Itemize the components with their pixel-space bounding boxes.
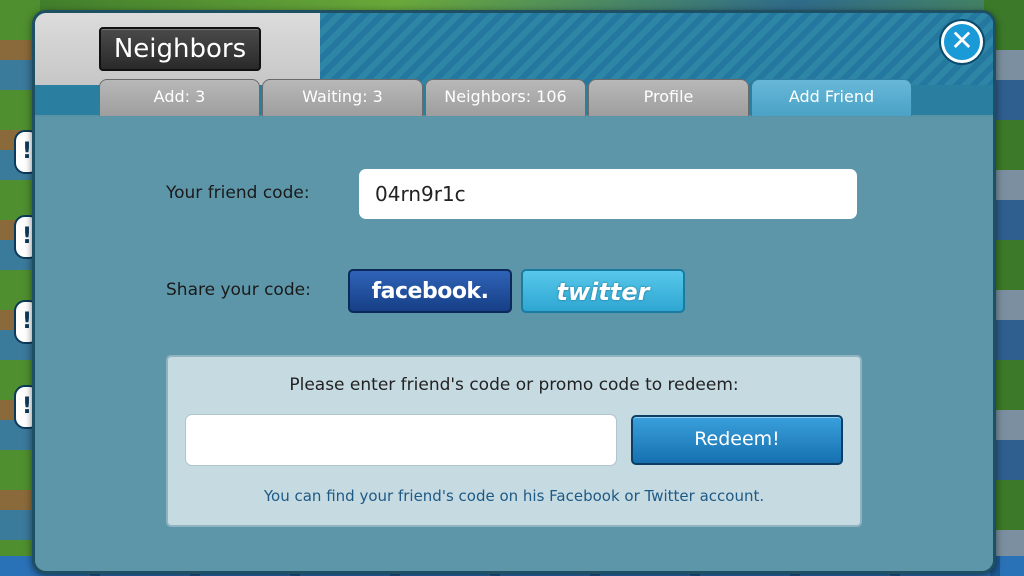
redeem-button[interactable]: Redeem! bbox=[631, 415, 843, 465]
friend-code-label: Your friend code: bbox=[166, 183, 310, 203]
close-button[interactable]: ✕ bbox=[941, 21, 983, 63]
twitter-share-button[interactable]: twitter bbox=[521, 269, 685, 313]
dialog-title: Neighbors bbox=[99, 27, 261, 71]
close-icon: ✕ bbox=[950, 24, 974, 57]
tab-add-friend[interactable]: Add Friend bbox=[751, 79, 912, 116]
add-friend-panel: Your friend code: 04rn9r1c Share your co… bbox=[35, 117, 993, 571]
tab-waiting[interactable]: Waiting: 3 bbox=[262, 79, 423, 116]
tab-add[interactable]: Add: 3 bbox=[99, 79, 260, 116]
redeem-panel: Please enter friend's code or promo code… bbox=[166, 355, 862, 527]
neighbors-dialog: Neighbors ✕ Add: 3 Waiting: 3 Neighbors:… bbox=[32, 10, 996, 574]
share-code-label: Share your code: bbox=[166, 280, 311, 300]
redeem-title: Please enter friend's code or promo code… bbox=[289, 375, 739, 395]
tab-bar: Add: 3 Waiting: 3 Neighbors: 106 Profile… bbox=[99, 79, 912, 117]
tab-neighbors[interactable]: Neighbors: 106 bbox=[425, 79, 586, 116]
facebook-share-button[interactable]: facebook. bbox=[348, 269, 512, 313]
friend-code-field[interactable]: 04rn9r1c bbox=[359, 169, 857, 219]
redeem-hint: You can find your friend's code on his F… bbox=[263, 487, 765, 505]
tab-profile[interactable]: Profile bbox=[588, 79, 749, 116]
redeem-code-input[interactable] bbox=[185, 414, 617, 466]
